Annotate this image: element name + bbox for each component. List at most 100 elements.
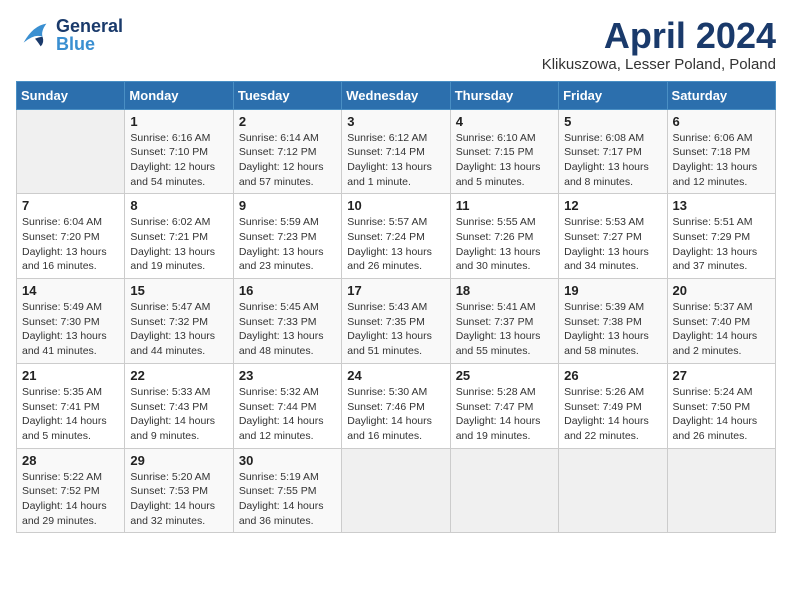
logo-icon bbox=[16, 16, 54, 54]
calendar-cell: 8Sunrise: 6:02 AM Sunset: 7:21 PM Daylig… bbox=[125, 194, 233, 279]
day-info: Sunrise: 5:22 AM Sunset: 7:52 PM Dayligh… bbox=[22, 470, 119, 529]
calendar-cell: 10 Sunrise: 5:57 AM Sunset: 7:24 PM Dayli… bbox=[342, 194, 450, 279]
calendar-title: April 2024 bbox=[542, 16, 776, 56]
day-number: 15 bbox=[130, 283, 227, 298]
weekday-header-row: SundayMondayTuesdayWednesdayThursdayFrid… bbox=[17, 81, 776, 109]
day-info: Sunrise: 5:30 AM Sunset: 7:46 PM Dayligh… bbox=[347, 385, 444, 444]
day-info: Sunrise: 5:19 AM Sunset: 7:55 PM Dayligh… bbox=[239, 470, 336, 529]
day-number: 20 bbox=[673, 283, 770, 298]
day-info: Sunrise: 5:33 AM Sunset: 7:43 PM Dayligh… bbox=[130, 385, 227, 444]
calendar-cell: 28 Sunrise: 5:22 AM Sunset: 7:52 PM Dayli… bbox=[17, 448, 125, 533]
day-number: 7 bbox=[22, 198, 119, 213]
day-number: 16 bbox=[239, 283, 336, 298]
day-number: 29 bbox=[130, 453, 227, 468]
calendar-cell: 17 Sunrise: 5:43 AM Sunset: 7:35 PM Dayli… bbox=[342, 279, 450, 364]
day-info: Sunrise: 5:35 AM Sunset: 7:41 PM Dayligh… bbox=[22, 385, 119, 444]
day-number: 26 bbox=[564, 368, 661, 383]
day-number: 30 bbox=[239, 453, 336, 468]
calendar-cell: 25 Sunrise: 5:28 AM Sunset: 7:47 PM Dayli… bbox=[450, 363, 558, 448]
day-number: 12 bbox=[564, 198, 661, 213]
day-info: Sunrise: 5:24 AM Sunset: 7:50 PM Dayligh… bbox=[673, 385, 770, 444]
day-number: 10 bbox=[347, 198, 444, 213]
day-number: 5 bbox=[564, 114, 661, 129]
calendar-cell: 14Sunrise: 5:49 AM Sunset: 7:30 PM Dayli… bbox=[17, 279, 125, 364]
calendar-cell: 11Sunrise: 5:55 AM Sunset: 7:26 PM Dayli… bbox=[450, 194, 558, 279]
day-info: Sunrise: 5:26 AM Sunset: 7:49 PM Dayligh… bbox=[564, 385, 661, 444]
day-info: Sunrise: 5:39 AM Sunset: 7:38 PM Dayligh… bbox=[564, 300, 661, 359]
calendar-cell: 4 Sunrise: 6:10 AM Sunset: 7:15 PM Daylig… bbox=[450, 109, 558, 194]
day-number: 27 bbox=[673, 368, 770, 383]
day-info: Sunrise: 5:45 AM Sunset: 7:33 PM Dayligh… bbox=[239, 300, 336, 359]
calendar-cell: 20 Sunrise: 5:37 AM Sunset: 7:40 PM Dayli… bbox=[667, 279, 775, 364]
day-info: Sunrise: 5:20 AM Sunset: 7:53 PM Dayligh… bbox=[130, 470, 227, 529]
day-info: Sunrise: 5:55 AM Sunset: 7:26 PM Dayligh… bbox=[456, 215, 553, 274]
day-info: Sunrise: 5:47 AM Sunset: 7:32 PM Dayligh… bbox=[130, 300, 227, 359]
weekday-header-monday: Monday bbox=[125, 81, 233, 109]
day-info: Sunrise: 6:14 AM Sunset: 7:12 PM Dayligh… bbox=[239, 131, 336, 190]
calendar-cell bbox=[450, 448, 558, 533]
day-info: Sunrise: 6:12 AM Sunset: 7:14 PM Dayligh… bbox=[347, 131, 444, 190]
calendar-cell: 23 Sunrise: 5:32 AM Sunset: 7:44 PM Dayli… bbox=[233, 363, 341, 448]
calendar-table: SundayMondayTuesdayWednesdayThursdayFrid… bbox=[16, 81, 776, 534]
day-number: 9 bbox=[239, 198, 336, 213]
day-info: Sunrise: 6:08 AM Sunset: 7:17 PM Dayligh… bbox=[564, 131, 661, 190]
calendar-week-1: 1 Sunrise: 6:16 AM Sunset: 7:10 PM Daylig… bbox=[17, 109, 776, 194]
day-info: Sunrise: 5:41 AM Sunset: 7:37 PM Dayligh… bbox=[456, 300, 553, 359]
day-number: 8 bbox=[130, 198, 227, 213]
calendar-cell: 13 Sunrise: 5:51 AM Sunset: 7:29 PM Dayli… bbox=[667, 194, 775, 279]
calendar-cell: 18 Sunrise: 5:41 AM Sunset: 7:37 PM Dayli… bbox=[450, 279, 558, 364]
weekday-header-tuesday: Tuesday bbox=[233, 81, 341, 109]
day-number: 2 bbox=[239, 114, 336, 129]
day-info: Sunrise: 5:43 AM Sunset: 7:35 PM Dayligh… bbox=[347, 300, 444, 359]
calendar-cell: 30 Sunrise: 5:19 AM Sunset: 7:55 PM Dayli… bbox=[233, 448, 341, 533]
calendar-cell bbox=[559, 448, 667, 533]
day-info: Sunrise: 5:57 AM Sunset: 7:24 PM Dayligh… bbox=[347, 215, 444, 274]
day-number: 6 bbox=[673, 114, 770, 129]
weekday-header-thursday: Thursday bbox=[450, 81, 558, 109]
calendar-cell: 2 Sunrise: 6:14 AM Sunset: 7:12 PM Daylig… bbox=[233, 109, 341, 194]
calendar-cell: 16 Sunrise: 5:45 AM Sunset: 7:33 PM Dayli… bbox=[233, 279, 341, 364]
calendar-cell: 6 Sunrise: 6:06 AM Sunset: 7:18 PM Daylig… bbox=[667, 109, 775, 194]
calendar-location: Klikuszowa, Lesser Poland, Poland bbox=[542, 56, 776, 73]
calendar-cell bbox=[342, 448, 450, 533]
calendar-cell: 9Sunrise: 5:59 AM Sunset: 7:23 PM Daylig… bbox=[233, 194, 341, 279]
day-number: 18 bbox=[456, 283, 553, 298]
day-number: 4 bbox=[456, 114, 553, 129]
calendar-week-2: 7 Sunrise: 6:04 AM Sunset: 7:20 PM Daylig… bbox=[17, 194, 776, 279]
day-info: Sunrise: 6:04 AM Sunset: 7:20 PM Dayligh… bbox=[22, 215, 119, 274]
calendar-cell: 12 Sunrise: 5:53 AM Sunset: 7:27 PM Dayli… bbox=[559, 194, 667, 279]
logo-blue-text: Blue bbox=[56, 35, 123, 53]
calendar-cell: 26 Sunrise: 5:26 AM Sunset: 7:49 PM Dayli… bbox=[559, 363, 667, 448]
weekday-header-wednesday: Wednesday bbox=[342, 81, 450, 109]
calendar-week-4: 21Sunrise: 5:35 AM Sunset: 7:41 PM Dayli… bbox=[17, 363, 776, 448]
day-number: 28 bbox=[22, 453, 119, 468]
day-number: 19 bbox=[564, 283, 661, 298]
weekday-header-friday: Friday bbox=[559, 81, 667, 109]
calendar-cell: 1 Sunrise: 6:16 AM Sunset: 7:10 PM Daylig… bbox=[125, 109, 233, 194]
weekday-header-saturday: Saturday bbox=[667, 81, 775, 109]
calendar-cell bbox=[667, 448, 775, 533]
day-info: Sunrise: 5:53 AM Sunset: 7:27 PM Dayligh… bbox=[564, 215, 661, 274]
day-number: 1 bbox=[130, 114, 227, 129]
day-info: Sunrise: 6:10 AM Sunset: 7:15 PM Dayligh… bbox=[456, 131, 553, 190]
day-number: 24 bbox=[347, 368, 444, 383]
day-number: 23 bbox=[239, 368, 336, 383]
day-info: Sunrise: 6:06 AM Sunset: 7:18 PM Dayligh… bbox=[673, 131, 770, 190]
day-info: Sunrise: 5:37 AM Sunset: 7:40 PM Dayligh… bbox=[673, 300, 770, 359]
day-info: Sunrise: 5:49 AM Sunset: 7:30 PM Dayligh… bbox=[22, 300, 119, 359]
day-info: Sunrise: 5:28 AM Sunset: 7:47 PM Dayligh… bbox=[456, 385, 553, 444]
logo-general-text: General bbox=[56, 17, 123, 35]
day-number: 22 bbox=[130, 368, 227, 383]
calendar-cell bbox=[17, 109, 125, 194]
calendar-cell: 5 Sunrise: 6:08 AM Sunset: 7:17 PM Daylig… bbox=[559, 109, 667, 194]
day-info: Sunrise: 6:16 AM Sunset: 7:10 PM Dayligh… bbox=[130, 131, 227, 190]
day-info: Sunrise: 5:32 AM Sunset: 7:44 PM Dayligh… bbox=[239, 385, 336, 444]
calendar-cell: 15 Sunrise: 5:47 AM Sunset: 7:32 PM Dayli… bbox=[125, 279, 233, 364]
day-info: Sunrise: 5:51 AM Sunset: 7:29 PM Dayligh… bbox=[673, 215, 770, 274]
calendar-cell: 21Sunrise: 5:35 AM Sunset: 7:41 PM Dayli… bbox=[17, 363, 125, 448]
day-number: 25 bbox=[456, 368, 553, 383]
day-number: 3 bbox=[347, 114, 444, 129]
title-block: April 2024 Klikuszowa, Lesser Poland, Po… bbox=[542, 16, 776, 73]
day-number: 17 bbox=[347, 283, 444, 298]
day-number: 13 bbox=[673, 198, 770, 213]
